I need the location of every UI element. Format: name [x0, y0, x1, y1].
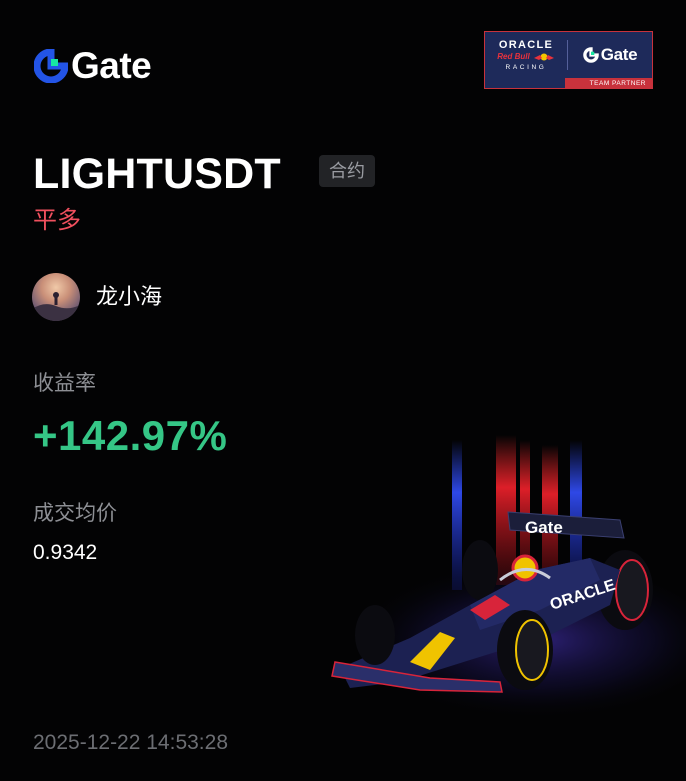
partner-footer-bar: TEAM PARTNER	[485, 78, 652, 88]
contract-symbol: LIGHTUSDT	[33, 150, 281, 198]
racing-text: RACING	[505, 63, 547, 71]
car-wing-text: Gate	[525, 518, 563, 537]
avg-price-label: 成交均价	[33, 502, 117, 525]
timestamp: 2025-12-22 14:53:28	[33, 731, 228, 754]
position-direction: 平多	[33, 207, 81, 234]
f1-car-illustration: Gate ORACLE	[330, 435, 686, 720]
gate-partner-icon	[582, 47, 599, 63]
gate-logo: Gate	[34, 45, 152, 86]
redbull-icon	[533, 53, 554, 60]
contract-type-tag: 合约	[319, 155, 375, 187]
partner-gate-text: Gate	[600, 45, 638, 64]
avg-price-value: 0.9342	[33, 541, 98, 564]
roi-value: +142.97%	[33, 412, 228, 459]
gate-logo-text: Gate	[71, 45, 152, 86]
roi-label: 收益率	[33, 372, 96, 395]
username: 龙小海	[96, 284, 163, 309]
avatar	[32, 273, 80, 321]
redbull-text: Red Bull	[497, 51, 530, 61]
gate-logo-icon	[34, 49, 68, 83]
avatar-image-icon	[32, 292, 80, 321]
oracle-text: ORACLE	[498, 38, 554, 51]
team-partner-text: TEAM PARTNER	[589, 80, 646, 87]
team-partner-badge: ORACLE Red Bull RACING Gate TEAM PARTNER	[484, 31, 653, 89]
